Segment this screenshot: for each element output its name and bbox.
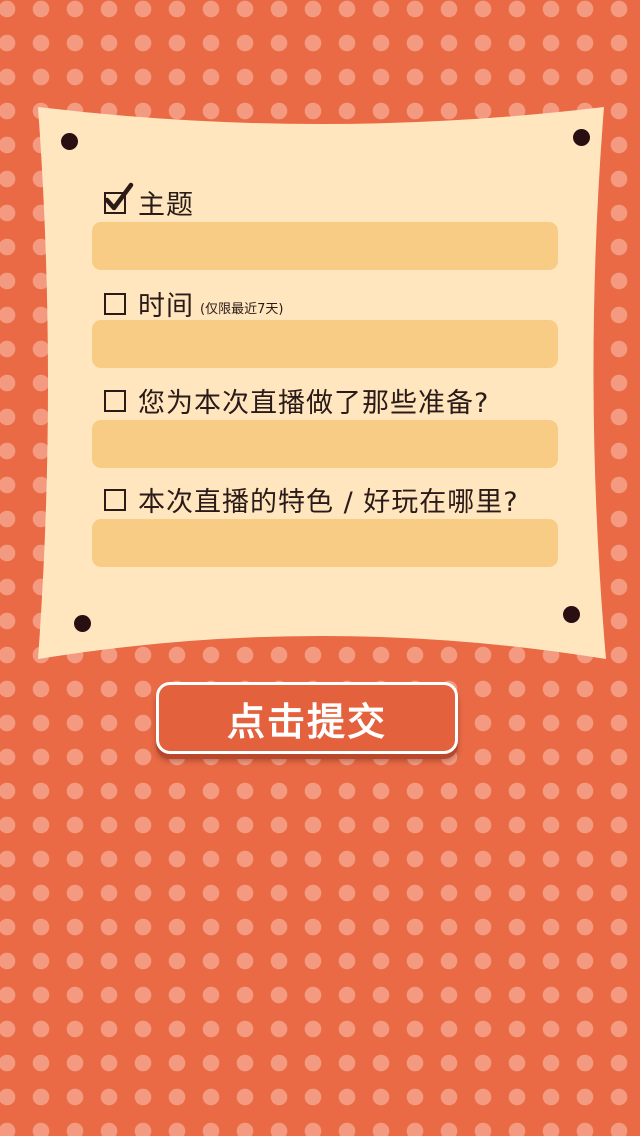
- topic-input[interactable]: [92, 222, 558, 270]
- time-input[interactable]: [92, 320, 558, 368]
- field-label-text: 本次直播的特色 / 好玩在哪里?: [138, 487, 519, 518]
- preparation-input[interactable]: [92, 420, 558, 468]
- feature-input[interactable]: [92, 519, 558, 567]
- field-time-label: 时间 (仅限最近7天): [104, 284, 283, 323]
- time-checkbox[interactable]: [104, 292, 126, 315]
- pin-icon: [563, 606, 580, 623]
- field-label-note: (仅限最近7天): [200, 302, 284, 317]
- preparation-checkbox[interactable]: [104, 389, 126, 412]
- pin-icon: [74, 615, 91, 632]
- pin-icon: [61, 133, 78, 150]
- submit-button[interactable]: 点击提交: [156, 682, 458, 754]
- field-feature-label: 本次直播的特色 / 好玩在哪里?: [104, 480, 519, 519]
- field-label-text: 时间: [138, 291, 194, 322]
- checkmark-icon: [104, 182, 134, 210]
- field-preparation-label: 您为本次直播做了那些准备?: [104, 381, 489, 420]
- field-topic-label: 主题: [104, 182, 194, 222]
- submit-button-label: 点击提交: [226, 699, 387, 744]
- field-label-text: 主题: [138, 190, 194, 221]
- topic-checkbox[interactable]: [104, 182, 134, 214]
- feature-checkbox[interactable]: [104, 488, 126, 511]
- field-label-text: 您为本次直播做了那些准备?: [138, 388, 490, 419]
- pin-icon: [573, 129, 590, 146]
